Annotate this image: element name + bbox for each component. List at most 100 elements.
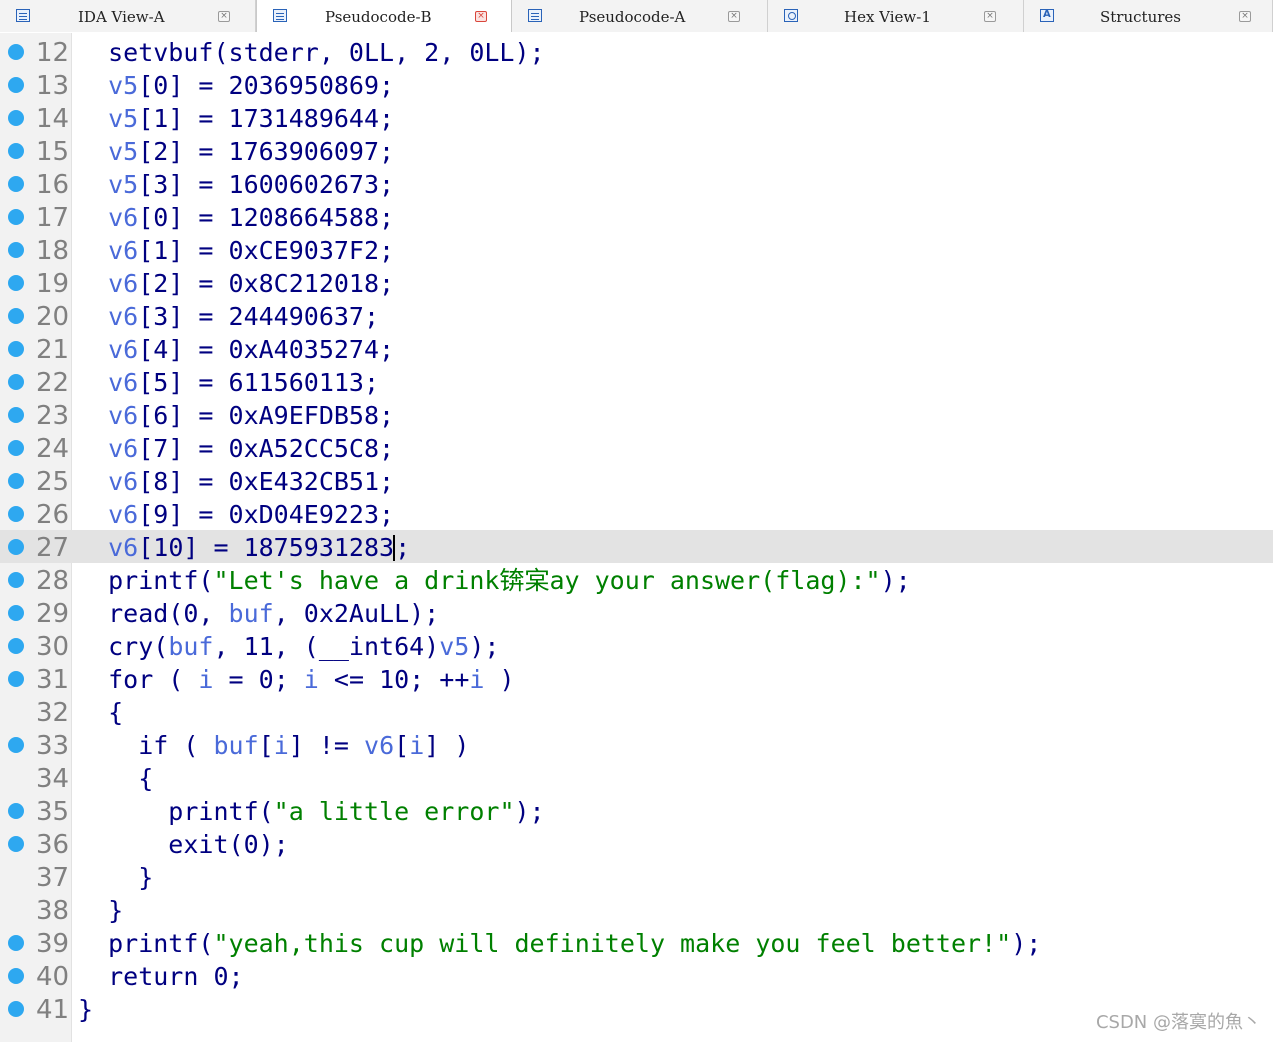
line-number: 16: [36, 170, 70, 200]
close-icon[interactable]: ×: [218, 11, 230, 22]
breakpoint-marker-icon[interactable]: [8, 77, 24, 93]
breakpoint-marker-icon[interactable]: [8, 638, 24, 654]
code-line[interactable]: 14 v5[1] = 1731489644;: [0, 101, 1273, 134]
breakpoint-marker-icon[interactable]: [8, 110, 24, 126]
code-line[interactable]: 34 {: [0, 761, 1273, 794]
breakpoint-marker-icon[interactable]: [8, 44, 24, 60]
tab-label: Pseudocode-A: [579, 8, 686, 26]
breakpoint-marker-icon[interactable]: [8, 803, 24, 819]
code-line[interactable]: 23 v6[6] = 0xA9EFDB58;: [0, 398, 1273, 431]
line-number: 24: [36, 434, 70, 464]
code-text: v6[1] = 0xCE9037F2;: [108, 236, 395, 265]
breakpoint-marker-icon[interactable]: [8, 275, 24, 291]
breakpoint-marker-icon[interactable]: [8, 539, 24, 555]
code-line[interactable]: 16 v5[3] = 1600602673;: [0, 167, 1273, 200]
tab-label: Hex View-1: [844, 8, 931, 26]
tab-structures[interactable]: Structures ×: [1024, 0, 1273, 32]
code-line[interactable]: 31 for ( i = 0; i <= 10; ++i ): [0, 662, 1273, 695]
tab-pseudocode-a[interactable]: Pseudocode-A ×: [512, 0, 768, 32]
code-line[interactable]: 30 cry(buf, 11, (__int64)v5);: [0, 629, 1273, 662]
code-line[interactable]: 21 v6[4] = 0xA4035274;: [0, 332, 1273, 365]
breakpoint-marker-icon[interactable]: [8, 341, 24, 357]
line-number: 40: [36, 962, 70, 992]
code-text: }: [78, 896, 124, 925]
line-number: 21: [36, 335, 70, 365]
breakpoint-marker-icon[interactable]: [8, 671, 24, 687]
line-number: 14: [36, 104, 70, 134]
breakpoint-marker-icon[interactable]: [8, 836, 24, 852]
code-text: v6[3] = 244490637;: [108, 302, 380, 331]
code-text: v5[3] = 1600602673;: [108, 170, 395, 199]
code-line[interactable]: 15 v5[2] = 1763906097;: [0, 134, 1273, 167]
code-line[interactable]: 17 v6[0] = 1208664588;: [0, 200, 1273, 233]
breakpoint-marker-icon[interactable]: [8, 605, 24, 621]
tab-ida-view-a[interactable]: IDA View-A ×: [0, 0, 256, 32]
code-line[interactable]: 26 v6[9] = 0xD04E9223;: [0, 497, 1273, 530]
breakpoint-marker-icon[interactable]: [8, 209, 24, 225]
breakpoint-marker-icon[interactable]: [8, 143, 24, 159]
close-icon[interactable]: ×: [475, 11, 487, 22]
code-line[interactable]: 33 if ( buf[i] != v6[i] ): [0, 728, 1273, 761]
breakpoint-marker-icon[interactable]: [8, 308, 24, 324]
code-text: }: [78, 995, 94, 1024]
code-line[interactable]: 19 v6[2] = 0x8C212018;: [0, 266, 1273, 299]
code-line[interactable]: 18 v6[1] = 0xCE9037F2;: [0, 233, 1273, 266]
tab-pseudocode-b[interactable]: Pseudocode-B ×: [256, 0, 512, 32]
code-text: exit(0);: [78, 830, 289, 859]
code-text: printf("yeah,this cup will definitely ma…: [78, 929, 1042, 958]
code-text: v6[6] = 0xA9EFDB58;: [108, 401, 395, 430]
code-line[interactable]: 27 v6[10] = 1875931283;: [0, 530, 1273, 563]
code-line[interactable]: 29 read(0, buf, 0x2AuLL);: [0, 596, 1273, 629]
breakpoint-marker-icon[interactable]: [8, 176, 24, 192]
code-text: v5[2] = 1763906097;: [108, 137, 395, 166]
line-number: 23: [36, 401, 70, 431]
line-number: 17: [36, 203, 70, 233]
line-number: 26: [36, 500, 70, 530]
structures-icon: [1040, 9, 1054, 22]
code-line[interactable]: 37 }: [0, 860, 1273, 893]
close-icon[interactable]: ×: [728, 11, 740, 22]
code-text: {: [78, 698, 124, 727]
code-line[interactable]: 13 v5[0] = 2036950869;: [0, 68, 1273, 101]
breakpoint-marker-icon[interactable]: [8, 1001, 24, 1017]
code-line[interactable]: 41}: [0, 992, 1273, 1025]
line-number: 18: [36, 236, 70, 266]
code-text: {: [78, 764, 154, 793]
line-number: 13: [36, 71, 70, 101]
line-number: 28: [36, 566, 70, 596]
code-text: read(0, buf, 0x2AuLL);: [78, 599, 440, 628]
code-line[interactable]: 40 return 0;: [0, 959, 1273, 992]
code-text: for ( i = 0; i <= 10; ++i ): [78, 665, 515, 694]
close-icon[interactable]: ×: [1239, 11, 1251, 22]
code-line[interactable]: 38 }: [0, 893, 1273, 926]
tab-label: IDA View-A: [78, 8, 165, 26]
tab-hex-view-1[interactable]: Hex View-1 ×: [768, 0, 1024, 32]
breakpoint-marker-icon[interactable]: [8, 440, 24, 456]
code-line[interactable]: 24 v6[7] = 0xA52CC5C8;: [0, 431, 1273, 464]
code-line[interactable]: 35 printf("a little error");: [0, 794, 1273, 827]
breakpoint-marker-icon[interactable]: [8, 407, 24, 423]
code-line[interactable]: 12 setvbuf(stderr, 0LL, 2, 0LL);: [0, 35, 1273, 68]
watermark: CSDN @落寞的魚丶: [1095, 1012, 1261, 1033]
code-text: }: [78, 863, 154, 892]
breakpoint-marker-icon[interactable]: [8, 935, 24, 951]
code-line[interactable]: 25 v6[8] = 0xE432CB51;: [0, 464, 1273, 497]
tab-label: Structures: [1100, 8, 1181, 26]
breakpoint-marker-icon[interactable]: [8, 506, 24, 522]
breakpoint-marker-icon[interactable]: [8, 374, 24, 390]
breakpoint-marker-icon[interactable]: [8, 737, 24, 753]
code-line[interactable]: 32 {: [0, 695, 1273, 728]
code-line[interactable]: 39 printf("yeah,this cup will definitely…: [0, 926, 1273, 959]
code-line[interactable]: 22 v6[5] = 611560113;: [0, 365, 1273, 398]
breakpoint-marker-icon[interactable]: [8, 242, 24, 258]
breakpoint-marker-icon[interactable]: [8, 572, 24, 588]
breakpoint-marker-icon[interactable]: [8, 968, 24, 984]
close-icon[interactable]: ×: [984, 11, 996, 22]
code-line[interactable]: 20 v6[3] = 244490637;: [0, 299, 1273, 332]
breakpoint-marker-icon[interactable]: [8, 473, 24, 489]
line-number: 27: [36, 533, 70, 563]
code-line[interactable]: 28 printf("Let's have a drink锛宲ay your a…: [0, 563, 1273, 596]
line-number: 25: [36, 467, 70, 497]
code-line[interactable]: 36 exit(0);: [0, 827, 1273, 860]
code-text: v6[0] = 1208664588;: [108, 203, 395, 232]
